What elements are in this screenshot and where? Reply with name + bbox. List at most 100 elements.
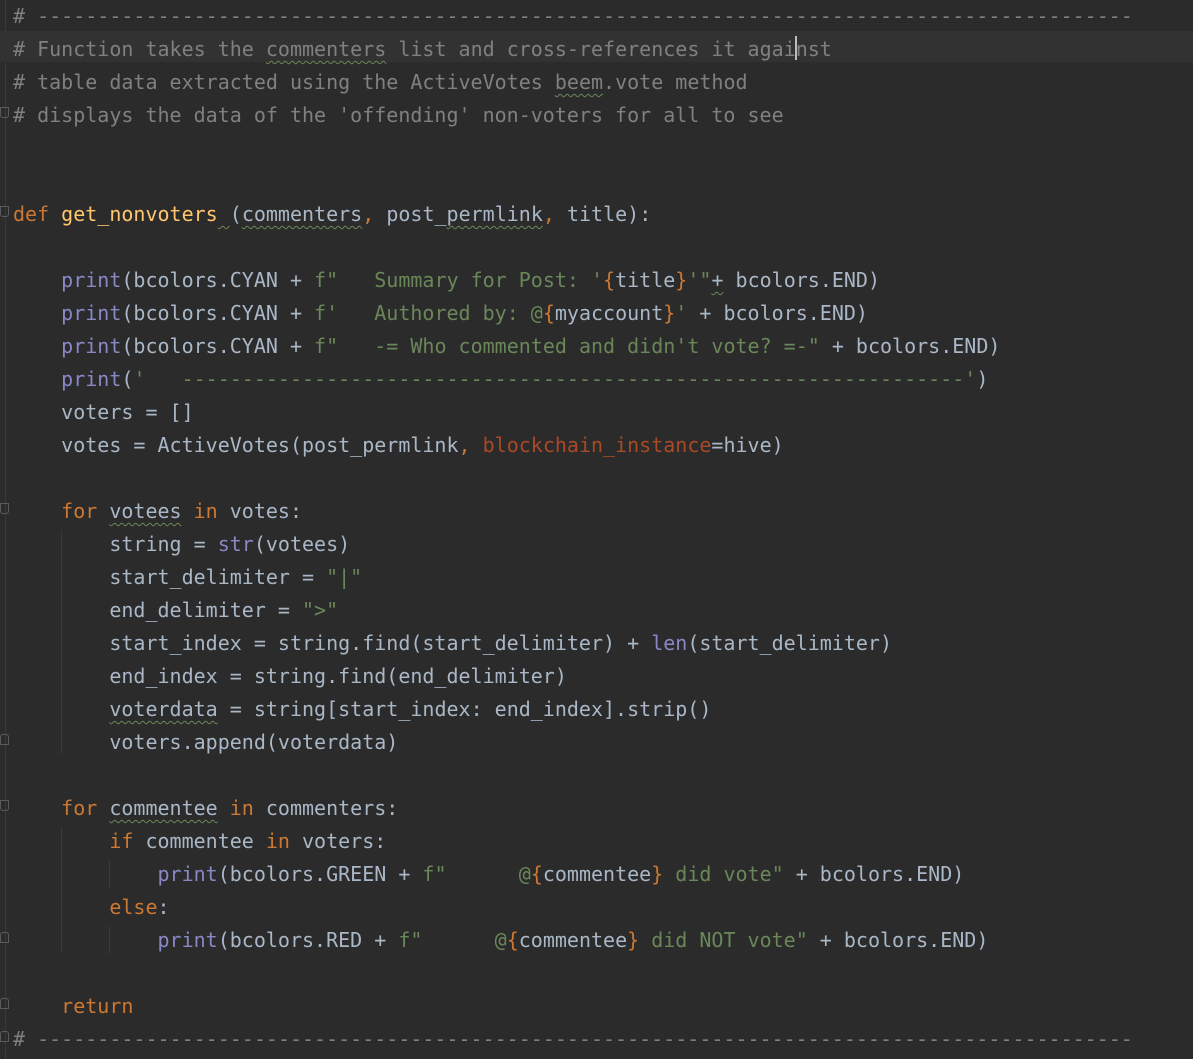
code-token: for (61, 499, 110, 523)
fold-marker-icon[interactable] (0, 998, 9, 1009)
code-token: print (61, 301, 122, 325)
code-line[interactable]: voters.append(voterdata) (13, 726, 1133, 759)
code-token: : (157, 895, 170, 919)
code-line[interactable]: print(bcolors.CYAN + f' Authored by: @{m… (13, 297, 1133, 330)
code-line[interactable]: start_delimiter = "|" (13, 561, 1133, 594)
code-line[interactable]: print(bcolors.CYAN + f" Summary for Post… (13, 264, 1133, 297)
fold-marker-icon[interactable] (0, 107, 9, 118)
code-token: + bcolors.END) (807, 928, 989, 952)
code-token: did NOT vote" (639, 928, 808, 952)
code-token: end_delimiter = (13, 598, 302, 622)
code-line[interactable]: if commentee in voters: (13, 825, 1133, 858)
code-line[interactable]: # displays the data of the 'offending' n… (13, 99, 1133, 132)
code-token: (bcolors.CYAN + (121, 268, 315, 292)
code-token: + bcolors.END) (819, 334, 1001, 358)
code-token: ' --------------------------------------… (133, 367, 977, 391)
code-token: , (542, 202, 567, 226)
code-line[interactable]: voters = [] (13, 396, 1133, 429)
code-line[interactable]: # --------------------------------------… (13, 0, 1133, 33)
code-token: votes = ActiveVotes(post_permlink (13, 433, 459, 457)
code-token: { (542, 301, 555, 325)
code-token: } (675, 268, 688, 292)
fold-marker-icon[interactable] (0, 206, 9, 217)
code-line[interactable]: print(bcolors.GREEN + f" @{commentee} di… (13, 858, 1133, 891)
code-token: voters = [] (13, 400, 194, 424)
code-token: post_ (386, 202, 447, 226)
code-token: nst (795, 37, 832, 61)
code-line[interactable]: return (13, 990, 1133, 1023)
code-content[interactable]: # --------------------------------------… (13, 0, 1133, 1056)
code-line[interactable]: # table data extracted using the ActiveV… (13, 66, 1133, 99)
code-token: bcolors.END) (723, 268, 881, 292)
code-token: ">" (301, 598, 339, 622)
code-line[interactable]: # Function takes the commenters list and… (13, 33, 1133, 66)
code-line[interactable]: print(bcolors.RED + f" @{commentee} did … (13, 924, 1133, 957)
code-token: # --------------------------------------… (13, 4, 1133, 28)
code-token: f" @ (398, 928, 507, 952)
code-line[interactable]: end_index = string.find(end_delimiter) (13, 660, 1133, 693)
code-token: in (265, 829, 302, 853)
code-line[interactable]: # --------------------------------------… (13, 1023, 1133, 1056)
code-token: votes: (229, 499, 303, 523)
code-line[interactable] (13, 165, 1133, 198)
code-token: start_delimiter = (13, 565, 327, 589)
code-token: voters.append(voterdata) (13, 730, 399, 754)
fold-marker-icon[interactable] (0, 1031, 9, 1042)
code-token: print (157, 862, 218, 886)
code-token: =hive) (711, 433, 784, 457)
code-line[interactable]: for commentee in commenters: (13, 792, 1133, 825)
code-line[interactable]: voterdata = string[start_index: end_inde… (13, 693, 1133, 726)
code-token: did vote" (663, 862, 784, 886)
fold-marker-icon[interactable] (0, 932, 9, 943)
code-token: + (711, 268, 724, 292)
code-token: = string[start_index: end_index].strip() (217, 697, 712, 721)
code-line[interactable]: print(' --------------------------------… (13, 363, 1133, 396)
code-token: (bcolors.CYAN + (121, 301, 315, 325)
code-token: f" @ (422, 862, 531, 886)
fold-marker-icon[interactable] (0, 800, 9, 811)
code-token: (bcolors.CYAN + (121, 334, 315, 358)
code-token: if (109, 829, 146, 853)
gutter (5, 0, 6, 1059)
code-token: end_index = string.find(end_delimiter) (13, 664, 567, 688)
fold-marker-icon[interactable] (0, 503, 9, 514)
code-token: for (61, 796, 110, 820)
code-line[interactable] (13, 759, 1133, 792)
code-line[interactable] (13, 231, 1133, 264)
code-line[interactable]: print(bcolors.CYAN + f" -= Who commented… (13, 330, 1133, 363)
code-token: title): (566, 202, 652, 226)
code-token: print (61, 334, 122, 358)
code-line[interactable]: string = str(votees) (13, 528, 1133, 561)
code-line[interactable]: start_index = string.find(start_delimite… (13, 627, 1133, 660)
code-token: commenters (265, 37, 387, 61)
code-line[interactable]: else: (13, 891, 1133, 924)
code-token: # Function takes the (13, 37, 266, 61)
code-line[interactable]: def get_nonvoters (commenters, post_perm… (13, 198, 1133, 231)
code-token: myaccount (554, 301, 664, 325)
code-line[interactable]: votes = ActiveVotes(post_permlink, block… (13, 429, 1133, 462)
code-token: return (61, 994, 134, 1018)
code-line[interactable] (13, 462, 1133, 495)
code-token: f' Authored by: @ (314, 301, 543, 325)
code-line[interactable] (13, 957, 1133, 990)
code-editor[interactable]: # --------------------------------------… (0, 0, 1193, 1059)
code-token: commentee (109, 796, 218, 820)
fold-marker-icon[interactable] (0, 734, 9, 745)
code-line[interactable] (13, 132, 1133, 165)
code-line[interactable]: end_delimiter = ">" (13, 594, 1133, 627)
code-token: , (458, 433, 483, 457)
code-token: } (663, 301, 676, 325)
code-token: len (651, 631, 688, 655)
code-token: str (217, 532, 254, 556)
code-token: { (530, 862, 543, 886)
code-line[interactable]: for votees in votes: (13, 495, 1133, 528)
